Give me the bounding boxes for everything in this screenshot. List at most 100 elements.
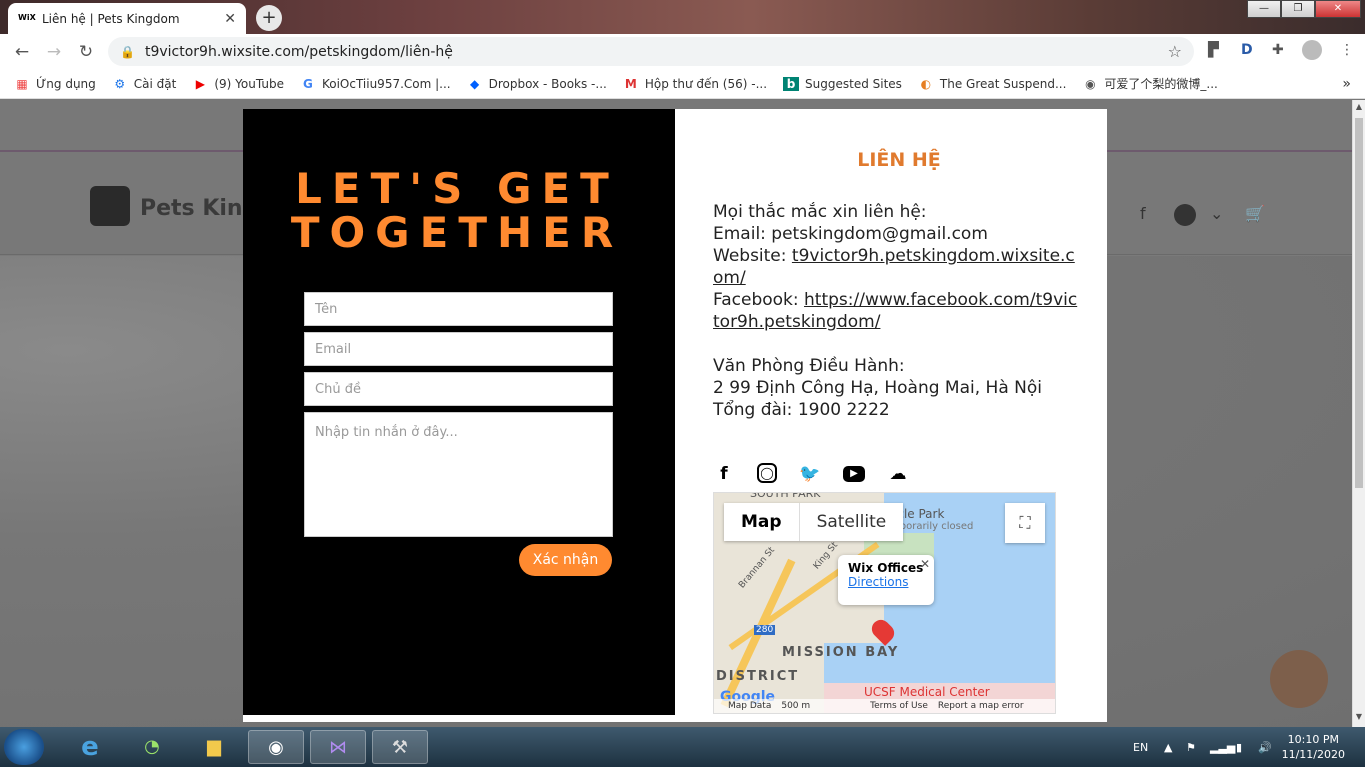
folder-icon[interactable]: ▆ bbox=[186, 730, 242, 764]
forward-arrow-icon[interactable]: → bbox=[38, 42, 70, 62]
tab-bar: WiX Liên hệ | Pets Kingdom ✕ + — ❐ ✕ bbox=[0, 0, 1365, 34]
lock-icon[interactable]: 🔒 bbox=[120, 45, 135, 59]
email-field[interactable]: Email bbox=[304, 332, 613, 366]
bookmark-youtube[interactable]: ▶ (9) YouTube bbox=[192, 77, 284, 91]
app-icon[interactable]: ◔ bbox=[124, 730, 180, 764]
bing-icon: b bbox=[783, 76, 800, 91]
map-type-control: Map Satellite bbox=[724, 503, 904, 541]
bookmark-label: Suggested Sites bbox=[805, 76, 902, 91]
chrome-taskbar-icon[interactable]: ◉ bbox=[248, 730, 304, 764]
bookmark-apps[interactable]: ▦ Ứng dụng bbox=[14, 77, 95, 91]
puzzle-icon[interactable]: ✚ bbox=[1272, 42, 1284, 58]
bookmark-label: The Great Suspend... bbox=[939, 76, 1067, 91]
submit-button[interactable]: Xác nhận bbox=[519, 544, 612, 576]
twitter-icon[interactable]: 🐦 bbox=[799, 463, 821, 485]
map-label-ucsf: UCSF Medical Center bbox=[864, 685, 990, 699]
map-label-280: 280 bbox=[754, 625, 776, 635]
new-tab-button[interactable]: + bbox=[256, 5, 282, 31]
network-icon[interactable]: ▂▃▅ bbox=[1210, 727, 1235, 767]
report-error-link[interactable]: Report a map error bbox=[938, 701, 1024, 711]
profile-avatar-icon[interactable] bbox=[1302, 40, 1322, 60]
gmail-icon: M bbox=[624, 76, 637, 91]
email-label: Email: bbox=[713, 224, 772, 244]
popup-title: Wix Offices bbox=[848, 561, 924, 575]
instagram-icon[interactable]: ◯ bbox=[757, 463, 777, 483]
chevron-down-icon: ⌄ bbox=[1210, 204, 1224, 223]
address-bar[interactable]: 🔒 t9victor9h.wixsite.com/petskingdom/liê… bbox=[108, 37, 1194, 66]
name-field[interactable]: Tên bbox=[304, 292, 613, 326]
fullscreen-icon[interactable]: ⛶ bbox=[1005, 503, 1045, 543]
youtube-icon[interactable]: ▶ bbox=[843, 466, 865, 482]
soundcloud-icon[interactable]: ☁ bbox=[887, 463, 909, 485]
bookmark-label: KoiOcTiiu957.Com |... bbox=[321, 76, 451, 91]
map-label-south-park: SOUTH PARK bbox=[750, 492, 821, 500]
bookmark-label: Cài đặt bbox=[133, 76, 177, 91]
website-line: Website: t9victor9h.petskingdom.wixsite.… bbox=[713, 245, 1079, 289]
facebook-icon[interactable]: f bbox=[713, 463, 735, 485]
bookmark-label: 可爱了个梨的微博_... bbox=[1104, 77, 1218, 91]
bookmark-dropbox[interactable]: ◆ Dropbox - Books -... bbox=[467, 77, 607, 91]
email-link[interactable]: petskingdom@gmail.com bbox=[771, 224, 993, 244]
browser-tab[interactable]: WiX Liên hệ | Pets Kingdom ✕ bbox=[8, 3, 246, 34]
contact-lightbox: LET'S GET TOGETHER Tên Email Chủ đề Nhập… bbox=[243, 109, 1107, 722]
tools-icon[interactable]: ⚒ bbox=[372, 730, 428, 764]
website-label: Website: bbox=[713, 246, 792, 266]
bookmark-weibo[interactable]: ◉ 可爱了个梨的微博_... bbox=[1082, 75, 1218, 92]
social-bar: f ◯ 🐦 ▶ ☁ bbox=[713, 463, 931, 485]
subject-field[interactable]: Chủ đề bbox=[304, 372, 613, 406]
google-icon: G bbox=[303, 76, 313, 91]
extension-icon[interactable]: ▛ bbox=[1208, 42, 1219, 58]
office-heading: Văn Phòng Điều Hành: bbox=[713, 356, 905, 376]
language-indicator[interactable]: EN bbox=[1133, 727, 1148, 767]
back-arrow-icon[interactable]: ← bbox=[6, 42, 38, 62]
visual-studio-icon[interactable]: ⋈ bbox=[310, 730, 366, 764]
tray-arrow-icon[interactable]: ▲ bbox=[1164, 727, 1172, 767]
form-headline: LET'S GET TOGETHER bbox=[287, 167, 627, 255]
ie-icon[interactable]: e bbox=[62, 730, 118, 764]
volume-icon[interactable]: 🔊 bbox=[1258, 727, 1272, 767]
email-placeholder: Email bbox=[315, 341, 352, 357]
bookmark-label: (9) YouTube bbox=[214, 76, 284, 91]
dashlane-icon[interactable]: D bbox=[1241, 42, 1253, 58]
scroll-down-icon[interactable]: ▼ bbox=[1353, 712, 1365, 721]
page-scrollbar[interactable]: ▲ ▼ bbox=[1352, 100, 1365, 727]
close-window-button[interactable]: ✕ bbox=[1315, 0, 1361, 18]
scroll-thumb[interactable] bbox=[1355, 118, 1363, 488]
terms-link[interactable]: Terms of Use bbox=[870, 701, 928, 711]
maximize-button[interactable]: ❐ bbox=[1281, 0, 1315, 18]
system-clock[interactable]: 10:10 PM 11/11/2020 bbox=[1282, 732, 1345, 762]
map-data-label: Map Data bbox=[728, 701, 772, 711]
close-popup-icon[interactable]: ✕ bbox=[920, 557, 930, 571]
bookmarks-overflow-icon[interactable]: » bbox=[1342, 76, 1351, 92]
facebook-label: Facebook: bbox=[713, 290, 805, 310]
contact-details: Mọi thắc mắc xin liên hệ: Email: petskin… bbox=[713, 201, 1079, 421]
headline-line-1: LET'S GET bbox=[295, 164, 619, 213]
clock-time: 10:10 PM bbox=[1287, 733, 1339, 746]
scroll-up-icon[interactable]: ▲ bbox=[1353, 102, 1365, 111]
bookmark-suggested-sites[interactable]: b Suggested Sites bbox=[783, 76, 902, 91]
bookmark-star-icon[interactable]: ☆ bbox=[1168, 42, 1182, 61]
chat-bubble-icon[interactable] bbox=[1270, 650, 1328, 708]
bookmark-koioctiiu[interactable]: G KoiOcTiiu957.Com |... bbox=[300, 77, 451, 91]
battery-icon[interactable]: ▮ bbox=[1236, 727, 1242, 767]
close-tab-icon[interactable]: ✕ bbox=[224, 11, 236, 27]
browser-toolbar: ← → ↻ 🔒 t9victor9h.wixsite.com/petskingd… bbox=[0, 34, 1365, 69]
clock-date: 11/11/2020 bbox=[1281, 748, 1345, 761]
start-button[interactable] bbox=[4, 729, 44, 765]
bookmark-gmail[interactable]: M Hộp thư đến (56) -... bbox=[623, 77, 767, 91]
map-tab[interactable]: Map bbox=[724, 503, 800, 541]
map-label-king: King St bbox=[811, 540, 841, 572]
minimize-button[interactable]: — bbox=[1247, 0, 1281, 18]
menu-dots-icon[interactable]: ⋮ bbox=[1340, 42, 1354, 58]
bookmark-great-suspender[interactable]: ◐ The Great Suspend... bbox=[918, 77, 1067, 91]
flag-icon[interactable]: ⚑ bbox=[1186, 727, 1196, 767]
youtube-icon: ▶ bbox=[195, 76, 205, 91]
reload-icon[interactable]: ↻ bbox=[70, 42, 102, 62]
bookmark-settings[interactable]: ⚙ Cài đặt bbox=[112, 76, 177, 91]
satellite-tab[interactable]: Satellite bbox=[800, 503, 904, 541]
google-map[interactable]: SOUTH PARK acle Park mporarily closed Br… bbox=[713, 492, 1056, 714]
message-field[interactable]: Nhập tin nhắn ở đây... bbox=[304, 412, 613, 537]
office-address: 2 99 Định Công Hạ, Hoàng Mai, Hà Nội bbox=[713, 378, 1042, 398]
directions-link[interactable]: Directions bbox=[848, 575, 924, 589]
